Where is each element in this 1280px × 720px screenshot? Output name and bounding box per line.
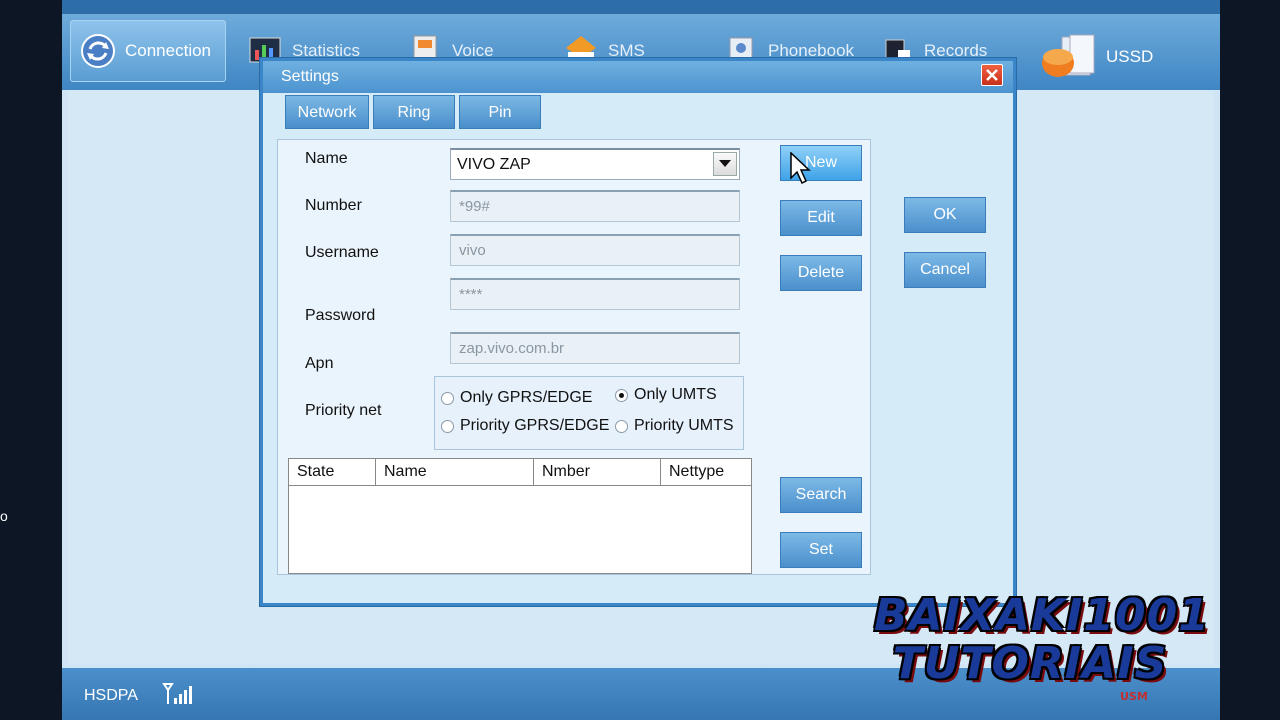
network-search-table: State Name Nmber Nettype <box>288 458 752 574</box>
apn-label: Apn <box>305 355 334 372</box>
edit-button[interactable]: Edit <box>780 200 862 236</box>
column-state[interactable]: State <box>289 459 376 485</box>
toolbar-ussd[interactable]: USSD <box>1030 26 1170 88</box>
number-input[interactable]: *99# <box>450 190 740 222</box>
number-label: Number <box>305 197 362 214</box>
radio-button[interactable] <box>441 419 454 433</box>
password-input[interactable]: **** <box>450 278 740 310</box>
watermark-line1: BAIXAKI1001 <box>874 590 1210 641</box>
search-button[interactable]: Search <box>780 477 862 513</box>
tab-pin[interactable]: Pin <box>459 95 541 129</box>
dialog-title: Settings <box>281 68 339 85</box>
connection-icon <box>81 34 115 68</box>
set-button[interactable]: Set <box>780 532 862 568</box>
tab-network[interactable]: Network <box>285 95 369 129</box>
profile-name-value: VIVO ZAP <box>457 156 531 173</box>
radio-button[interactable] <box>441 391 454 405</box>
network-type: HSDPA <box>84 687 138 704</box>
edge-artifact: o <box>0 508 8 524</box>
close-button[interactable] <box>981 64 1003 86</box>
settings-dialog: Settings Network Ring Pin Name VIVO ZAP … <box>260 58 1016 606</box>
column-number[interactable]: Nmber <box>534 459 661 485</box>
table-header: State Name Nmber Nettype <box>289 459 751 486</box>
radio-only-umts[interactable]: Only UMTS <box>615 386 717 404</box>
delete-button[interactable]: Delete <box>780 255 862 291</box>
column-name[interactable]: Name <box>376 459 534 485</box>
apn-input[interactable]: zap.vivo.com.br <box>450 332 740 364</box>
close-icon <box>986 69 998 81</box>
radio-label: Only UMTS <box>634 386 717 403</box>
radio-label: Only GPRS/EDGE <box>460 389 593 406</box>
profile-name-select[interactable]: VIVO ZAP <box>450 148 740 180</box>
radio-label: Priority GPRS/EDGE <box>460 417 610 434</box>
priority-net-group: Only GPRS/EDGE Only UMTS Priority GPRS/E… <box>434 376 744 450</box>
window-top-strip <box>62 0 1220 14</box>
radio-button[interactable] <box>615 419 628 433</box>
watermark-line2: TUTORIAIS <box>892 638 1168 689</box>
toolbar-connection[interactable]: Connection <box>70 20 226 82</box>
radio-priority-umts[interactable]: Priority UMTS <box>615 417 734 435</box>
column-nettype[interactable]: Nettype <box>661 459 751 485</box>
chevron-down-icon <box>719 160 731 167</box>
toolbar-label: Connection <box>125 41 212 60</box>
username-input[interactable]: vivo <box>450 234 740 266</box>
dialog-titlebar[interactable]: Settings <box>263 61 1013 93</box>
priority-net-label: Priority net <box>305 402 382 419</box>
radio-priority-gprs-edge[interactable]: Priority GPRS/EDGE <box>441 417 609 435</box>
radio-button-selected[interactable] <box>615 388 628 402</box>
tab-ring[interactable]: Ring <box>373 95 455 129</box>
dropdown-button[interactable] <box>713 152 737 176</box>
cancel-button[interactable]: Cancel <box>904 252 986 288</box>
watermark-small-text: USM <box>1120 690 1148 703</box>
signal-strength-icon <box>162 683 192 704</box>
toolbar-label: USSD <box>1106 47 1154 66</box>
radio-only-gprs-edge[interactable]: Only GPRS/EDGE <box>441 389 592 407</box>
radio-label: Priority UMTS <box>634 417 734 434</box>
username-label: Username <box>305 244 379 261</box>
ok-button[interactable]: OK <box>904 197 986 233</box>
watermark-logo: BAIXAKI1001 TUTORIAIS <box>874 590 1210 702</box>
ussd-icon <box>1042 34 1095 77</box>
name-label: Name <box>305 150 348 167</box>
new-button[interactable]: New <box>780 145 862 181</box>
password-label: Password <box>305 307 376 324</box>
